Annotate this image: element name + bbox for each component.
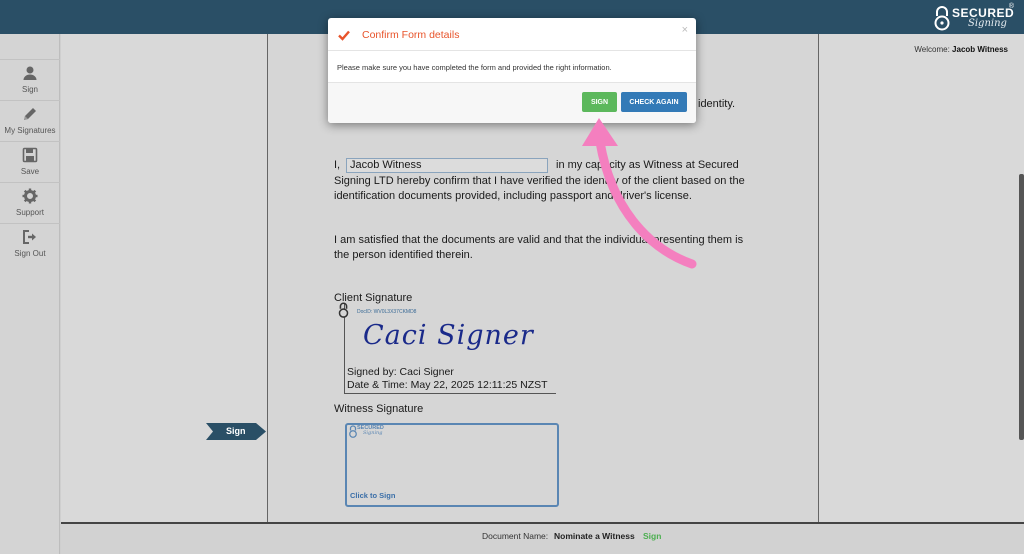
pencil-icon (24, 108, 36, 120)
sidebar-item-label: My Signatures (4, 126, 56, 135)
client-signed-date: Date & Time: May 22, 2025 12:11:25 NZST (347, 379, 548, 391)
document-name-value: Nominate a Witness (554, 531, 635, 541)
vertical-scrollbar[interactable] (1019, 174, 1024, 440)
mini-logo-subtext: Signing (363, 430, 383, 436)
confirm-form-dialog: Confirm Form details × Please make sure … (328, 18, 696, 123)
left-gutter (61, 34, 267, 522)
sidebar-item-label: Sign (21, 85, 38, 94)
welcome-prefix: Welcome: (914, 45, 950, 54)
sidebar-item-my-signatures[interactable]: My Signatures (0, 100, 60, 141)
sidebar-item-support[interactable]: Support (0, 182, 60, 223)
padlock-icon (934, 6, 950, 31)
floppy-disk-icon (22, 147, 38, 163)
dialog-title: Confirm Form details (362, 29, 460, 41)
user-icon (23, 66, 37, 80)
logo-subtext: Signing (968, 18, 1007, 29)
sidebar-item-save[interactable]: Save (0, 141, 60, 182)
para1-prefix: I, (334, 159, 341, 171)
client-signature-image: Caci Signer (363, 320, 534, 351)
checkmark-icon (338, 30, 350, 41)
para1-line1: in my capacity as Witness at Secured (556, 159, 739, 171)
dialog-header: Confirm Form details × (328, 18, 696, 51)
sign-tab-label: Sign (226, 426, 246, 436)
witness-name-field[interactable]: Jacob Witness (346, 158, 548, 173)
secured-signing-mini-logo: SECURED Signing (349, 425, 391, 438)
secured-signing-logo: SECURED Signing ® (934, 3, 1014, 33)
welcome-message: Welcome: Jacob Witness (914, 45, 1008, 54)
padlock-icon (349, 425, 357, 438)
dialog-message: Please make sure you have completed the … (337, 63, 612, 72)
close-icon[interactable]: × (682, 24, 688, 36)
welcome-user: Jacob Witness (952, 45, 1008, 54)
client-signed-by: Signed by: Caci Signer (347, 366, 454, 378)
para2-line2: the person identified therein. (334, 249, 473, 261)
gear-icon (22, 188, 38, 204)
sign-out-icon (23, 230, 36, 244)
sidebar: Sign My Signatures Save Support Sign Out (0, 34, 60, 554)
witness-signature-box[interactable]: SECURED Signing Click to Sign (345, 423, 559, 507)
padlock-icon (338, 302, 349, 318)
identity-text: identity. (698, 98, 736, 110)
witness-signature-label: Witness Signature (334, 403, 424, 415)
document-name-label: Document Name: (482, 531, 549, 541)
footer-sign-link[interactable]: Sign (643, 531, 661, 541)
para1-line2: Signing LTD hereby confirm that I have v… (334, 175, 745, 187)
sign-here-tab[interactable]: Sign (206, 423, 266, 440)
right-gutter (819, 34, 1024, 522)
client-doc-id: DocID: WV0L3X37CKMD8 (357, 309, 417, 315)
sign-button[interactable]: SIGN (582, 92, 617, 112)
dialog-footer: SIGN CHECK AGAIN (328, 82, 696, 123)
client-signature-block: DocID: WV0L3X37CKMD8 Caci Signer Signed … (338, 302, 556, 394)
sidebar-item-sign-out[interactable]: Sign Out (0, 223, 60, 264)
para1-line3: identification documents provided, inclu… (334, 190, 692, 202)
footer-bar: Document Name: Nominate a Witness Sign (61, 522, 1024, 554)
sidebar-item-label: Support (15, 208, 45, 217)
registered-mark: ® (1008, 3, 1014, 10)
para2-line1: I am satisfied that the documents are va… (334, 234, 744, 246)
sidebar-item-sign[interactable]: Sign (0, 59, 60, 100)
sidebar-item-label: Save (20, 167, 40, 176)
sidebar-item-label: Sign Out (14, 249, 46, 258)
check-again-button[interactable]: CHECK AGAIN (621, 92, 687, 112)
click-to-sign-link[interactable]: Click to Sign (350, 491, 395, 500)
